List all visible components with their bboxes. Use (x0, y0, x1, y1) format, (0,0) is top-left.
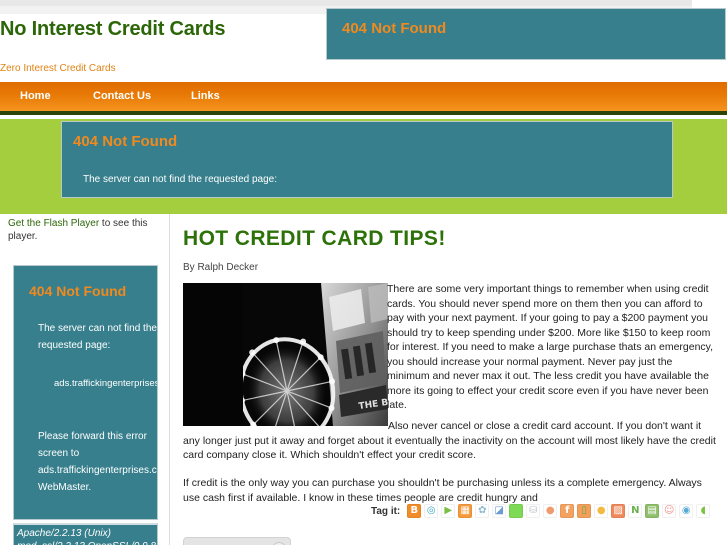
site-title: No Interest Credit Cards (0, 18, 226, 40)
sidebar-error-url: ads.traffickingenterprises.com/ads.php?w… (54, 378, 157, 389)
banner-error-title: 404 Not Found (73, 133, 178, 150)
windows-live-icon[interactable]: ◪ (492, 504, 507, 518)
stumbleupon-icon[interactable]: ☺ (662, 504, 677, 518)
flash-player-notice: Get the Flash Player to see this player. (8, 217, 163, 243)
feed-play-icon[interactable]: ▶ (441, 504, 456, 518)
nav-item-home[interactable]: Home (20, 90, 51, 102)
site-header: No Interest Credit Cards Zero Interest C… (0, 0, 727, 82)
mixx-icon[interactable]: ▨ (611, 504, 626, 518)
header-error-title: 404 Not Found (342, 20, 447, 37)
sidebar-error-box: 404 Not Found The server can not find th… (13, 265, 158, 520)
social-share-row: Tag it: B ◎ ▶ ▦ ✿ ◪ ⛁ ● f ▯ ● ▨ N ▤ ☺ ◉ … (371, 504, 711, 518)
article-paragraph-2: Also never cancel or close a credit card… (183, 420, 716, 461)
folder-icon[interactable]: ▯ (577, 504, 592, 518)
blogmarks-icon[interactable]: B (407, 504, 422, 518)
technorati-icon[interactable]: ◎ (424, 504, 439, 518)
sidebar-server-signature-box: Apache/2.2.13 (Unix) mod_ssl/2.2.13 Open… (13, 523, 158, 545)
nav-item-contact-us[interactable]: Contact Us (93, 90, 151, 102)
ferris-wheel-photo: THE B (183, 283, 388, 426)
left-sidebar: Get the Flash Player to see this player.… (0, 214, 170, 545)
orange-circle-icon[interactable]: ● (594, 504, 609, 518)
share-label: Tag it: (371, 505, 401, 517)
article-byline: By Ralph Decker (183, 262, 259, 273)
netvibes-icon[interactable]: N (628, 504, 643, 518)
facebook-icon[interactable]: f (560, 504, 575, 518)
nav-item-links[interactable]: Links (191, 90, 220, 102)
green-square-icon[interactable] (509, 504, 524, 518)
bottom-partial-widget[interactable] (183, 537, 291, 545)
banner-error-message: The server can not find the requested pa… (83, 174, 278, 185)
sidebar-error-title: 404 Not Found (29, 283, 127, 299)
delicious-icon[interactable]: ▦ (458, 504, 473, 518)
site-tagline: Zero Interest Credit Cards (0, 63, 116, 74)
server-signature-text: Apache/2.2.13 (Unix) mod_ssl/2.2.13 Open… (17, 528, 157, 545)
article-main: HOT CREDIT CARD TIPS! By Ralph Decker TH… (170, 214, 727, 545)
article-title: HOT CREDIT CARD TIPS! (183, 227, 446, 250)
header-error-banner: 404 Not Found (326, 8, 726, 60)
content-area: Get the Flash Player to see this player.… (0, 214, 727, 545)
mylinkvault-icon[interactable]: ◖ (696, 504, 711, 518)
article-paragraph-3: If credit is the only way you can purcha… (183, 477, 702, 504)
sidebar-error-message: The server can not find the requested pa… (38, 323, 157, 351)
banner-error-box: 404 Not Found The server can not find th… (61, 121, 673, 198)
article-paragraph-1: There are some very important things to … (387, 283, 714, 411)
netscape-icon[interactable]: ▤ (645, 504, 660, 518)
flash-player-link[interactable]: Get the Flash Player (8, 218, 99, 229)
reddit-icon[interactable]: ● (543, 504, 558, 518)
page-root: No Interest Credit Cards Zero Interest C… (0, 0, 727, 545)
tailrank-icon[interactable]: ◉ (679, 504, 694, 518)
sidebar-error-forward: Please forward this error screen to ads.… (38, 431, 157, 493)
furl-icon[interactable]: ⛁ (526, 504, 541, 518)
main-navigation: Home Contact Us Links (0, 82, 727, 115)
diigo-icon[interactable]: ✿ (475, 504, 490, 518)
